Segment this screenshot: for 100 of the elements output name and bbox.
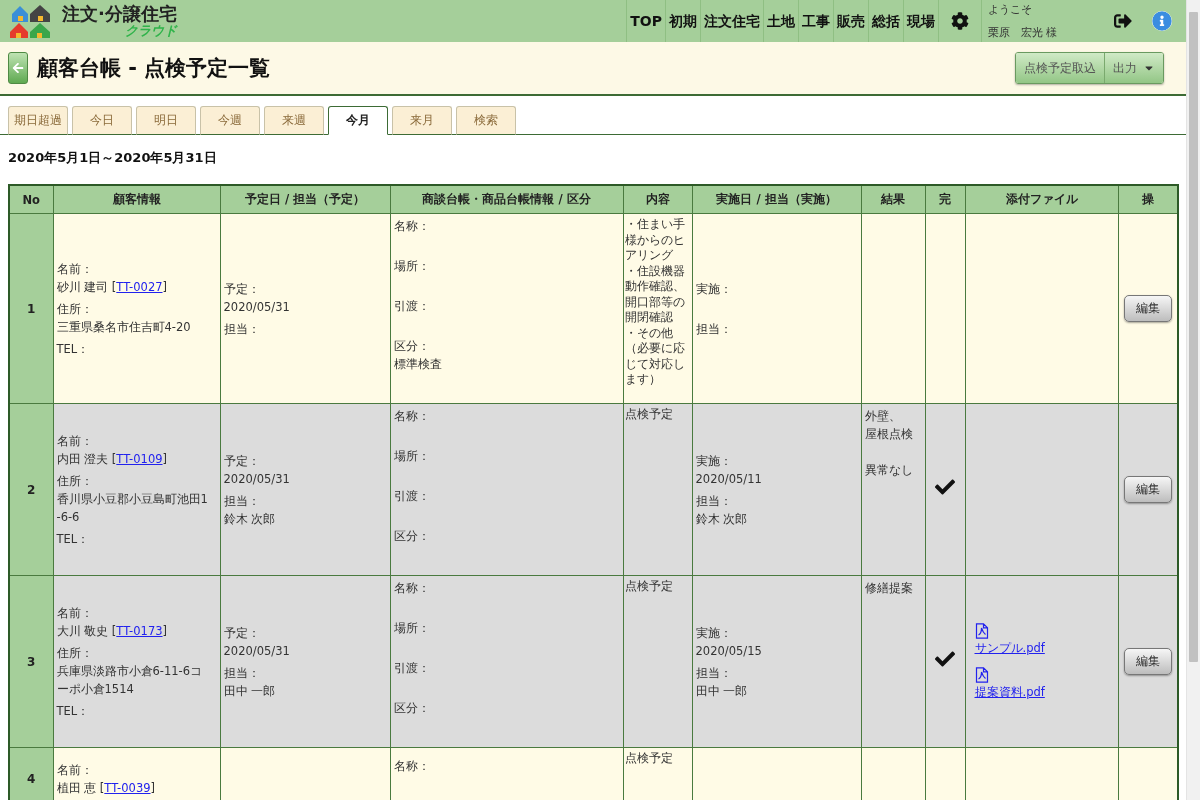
address-text: 兵庫県淡路市小倉6-11-6コーポ小倉1514 xyxy=(56,662,204,698)
plan-staff-label: 担当： xyxy=(223,664,261,682)
bracket: [ xyxy=(99,781,105,795)
done-date-label: 実施： xyxy=(695,452,733,470)
name-label: 名前： xyxy=(56,432,94,450)
plan-date: 2020/05/31 xyxy=(223,470,291,488)
bracket: [ xyxy=(111,623,117,638)
done-date: 2020/05/15 xyxy=(695,642,763,660)
customer-code-link[interactable]: TT-0173 xyxy=(116,623,163,638)
deal-name-label: 名称： xyxy=(393,218,431,235)
result-text: 外壁、 xyxy=(864,408,902,425)
scrollbar[interactable] xyxy=(1186,0,1200,800)
plan-date: 2020/05/31 xyxy=(223,298,291,316)
tab[interactable]: 今月 xyxy=(328,106,388,135)
deal-place-label: 場所： xyxy=(393,448,431,465)
content-text: 点検予定 xyxy=(624,579,674,595)
plan-staff: 鈴木 次郎 xyxy=(223,510,277,528)
tab[interactable]: 今日 xyxy=(72,106,132,135)
row-number: 1 xyxy=(9,213,53,404)
period-text: 2020年5月1日～2020年5月31日 xyxy=(7,149,218,167)
name-label: 名前： xyxy=(56,260,94,278)
file-link[interactable]: サンプル.pdf xyxy=(974,638,1045,657)
greeting-text: ようこそ xyxy=(988,2,1033,17)
scrollbar-thumb[interactable] xyxy=(1189,12,1198,662)
result-text: 修繕提案 xyxy=(864,580,914,597)
done-date-label: 実施： xyxy=(695,280,733,298)
handover-label: 引渡： xyxy=(393,298,431,315)
tab[interactable]: 来週 xyxy=(264,106,324,135)
tab[interactable]: 来月 xyxy=(392,106,452,135)
deal-name-label: 名称： xyxy=(393,408,431,425)
edit-button[interactable]: 編集 xyxy=(1123,295,1172,322)
tab[interactable]: 明日 xyxy=(136,106,196,135)
customer-name: 大川 敬史 xyxy=(56,623,109,638)
customer-code-link[interactable]: TT-0039 xyxy=(104,781,151,795)
tel-label: TEL： xyxy=(56,530,91,548)
plan-date-label: 予定： xyxy=(223,452,261,470)
plan-staff: 田中 一郎 xyxy=(223,682,277,700)
name-label: 名前： xyxy=(56,604,94,622)
plan-date-label: 予定： xyxy=(223,280,261,298)
deal-place-label: 場所： xyxy=(393,620,431,637)
output-dropdown-button[interactable]: 出力 xyxy=(1104,53,1163,83)
category-label: 区分： xyxy=(393,338,431,355)
done-staff: 鈴木 次郎 xyxy=(695,510,749,528)
deal-name-label: 名称： xyxy=(393,757,431,775)
row-number: 3 xyxy=(9,575,53,748)
bracket: ] xyxy=(162,623,168,638)
file-link[interactable]: 提案資料.pdf xyxy=(974,682,1045,701)
content-text: ・住設機器動作確認、開口部等の開閉確認 xyxy=(624,263,686,326)
result-text: 屋根点検 xyxy=(864,426,914,443)
handover-label: 引渡： xyxy=(393,488,431,505)
customer-name: 砂川 建司 xyxy=(56,279,109,294)
bracket: ] xyxy=(150,781,156,795)
customer-code-link[interactable]: TT-0027 xyxy=(116,279,163,294)
column-header: 添付ファイル xyxy=(965,185,1118,214)
row-number: 2 xyxy=(9,403,53,576)
document-icon xyxy=(974,622,989,639)
done-date: 2020/05/11 xyxy=(695,470,763,488)
plan-staff-label: 担当： xyxy=(223,492,261,510)
address-label: 住所： xyxy=(56,644,94,662)
edit-button[interactable]: 編集 xyxy=(1123,648,1172,675)
done-staff-label: 担当： xyxy=(695,492,733,510)
edit-button[interactable]: 編集 xyxy=(1123,476,1172,503)
deal-place-label: 場所： xyxy=(393,258,431,275)
tab[interactable]: 今週 xyxy=(200,106,260,135)
tab[interactable]: 検索 xyxy=(456,106,516,135)
import-button[interactable]: 点検予定取込 xyxy=(1016,53,1104,83)
column-header: 操 xyxy=(1118,185,1178,214)
tab[interactable]: 期日超過 xyxy=(8,106,68,135)
bracket: ] xyxy=(162,279,168,294)
column-header: 完 xyxy=(925,185,965,214)
plan-date-label: 予定： xyxy=(223,624,261,642)
plan-staff-label: 担当： xyxy=(223,320,261,338)
logo-subtitle: クラウド xyxy=(124,24,177,37)
category-label: 区分： xyxy=(393,528,431,545)
done-staff-label: 担当： xyxy=(695,664,733,682)
column-header: 実施日 / 担当（実施） xyxy=(692,185,861,214)
done-date-label: 実施： xyxy=(695,624,733,642)
done-staff-label: 担当： xyxy=(695,320,733,338)
deal-name-label: 名称： xyxy=(393,580,431,597)
result-text: 異常なし xyxy=(864,462,914,479)
back-button[interactable] xyxy=(8,52,28,84)
row-number: 4 xyxy=(9,747,53,800)
handover-label: 引渡： xyxy=(393,660,431,677)
name-label: 名前： xyxy=(56,762,94,779)
done-staff: 田中 一郎 xyxy=(695,682,749,700)
column-header: 内容 xyxy=(623,185,692,214)
logo-title: 注文·分譲住宅 xyxy=(62,5,177,23)
arrow-left-icon xyxy=(12,62,24,74)
customer-code-link[interactable]: TT-0109 xyxy=(116,451,163,466)
bracket: ] xyxy=(162,451,168,466)
address-label: 住所： xyxy=(56,472,94,490)
category-text: 標準検査 xyxy=(393,356,443,373)
address-text: 三重県桑名市住吉町4-20 xyxy=(56,318,192,336)
content-text: ・その他（必要に応じて対応します） xyxy=(624,325,686,388)
column-header: 顧客情報 xyxy=(53,185,220,214)
column-header: 商談台帳・商品台帳情報 / 区分 xyxy=(390,185,623,214)
page-title: 顧客台帳 - 点検予定一覧 xyxy=(37,55,272,82)
bracket: [ xyxy=(111,279,117,294)
content-text: 点検予定 xyxy=(624,407,674,423)
user-name: 栗原 宏光 様 xyxy=(988,25,1059,40)
